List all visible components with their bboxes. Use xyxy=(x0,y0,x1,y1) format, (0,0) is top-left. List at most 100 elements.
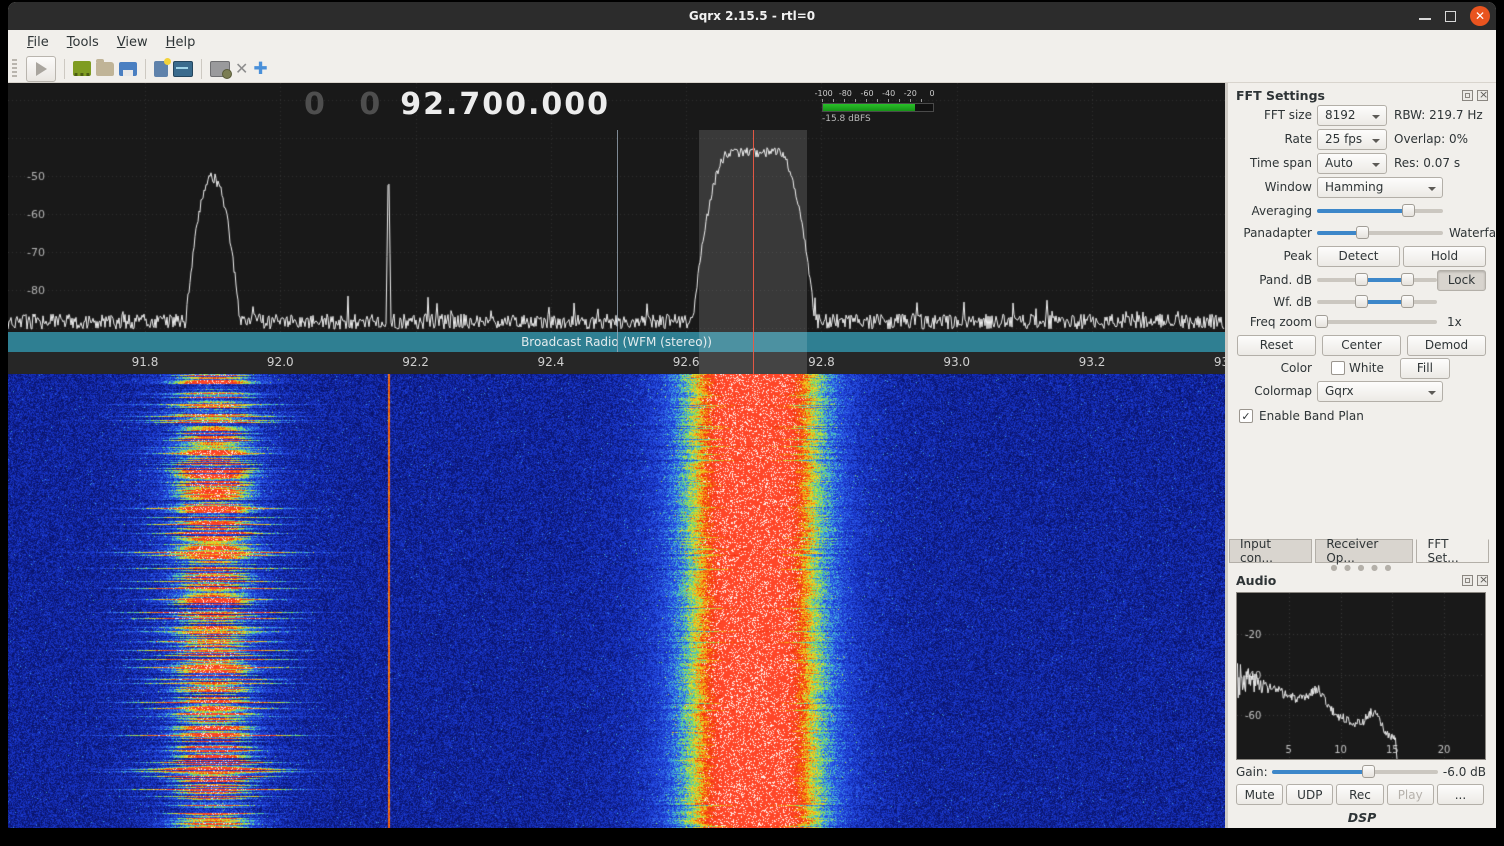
slider-handle[interactable] xyxy=(1362,765,1375,778)
freq-scale[interactable]: 91.892.092.292.492.692.893.093.293.4 xyxy=(8,352,1225,374)
frequency-leading-zeros: 0 0 xyxy=(304,87,392,122)
close-panel-icon[interactable] xyxy=(1477,575,1488,586)
frequency-value[interactable]: 92.700.000 xyxy=(400,87,610,122)
center-button[interactable]: Center xyxy=(1322,335,1401,356)
meter-tick-label: 0 xyxy=(929,89,934,98)
waterfall-label: Waterfall xyxy=(1449,226,1496,240)
fill-button[interactable]: Fill xyxy=(1400,358,1450,379)
tuning-line[interactable] xyxy=(753,130,754,374)
tab-fft-settings[interactable]: FFT Set... xyxy=(1416,539,1489,563)
app-window: Gqrx 2.15.5 - rtl=0 ✕ File Tools View He… xyxy=(8,2,1496,828)
udp-button[interactable]: UDP xyxy=(1286,784,1333,805)
more-button[interactable]: ... xyxy=(1437,784,1484,805)
meter-tick-label: -100 xyxy=(815,89,833,98)
rbw-value: RBW: 219.7 Hz xyxy=(1394,108,1483,122)
slider-handle[interactable] xyxy=(1356,226,1369,239)
window-label: Window xyxy=(1236,180,1317,194)
peak-detect-button[interactable]: Detect xyxy=(1317,246,1400,267)
meter-tick-label: -20 xyxy=(904,89,917,98)
mute-button[interactable]: Mute xyxy=(1236,784,1283,805)
panadapter-area: Broadcast Radio (WFM (stereo)) 91.892.09… xyxy=(8,83,1225,828)
colormap-select[interactable]: Gqrx xyxy=(1317,381,1443,402)
slider-handle[interactable] xyxy=(1401,295,1414,308)
audio-fft-plot xyxy=(1236,592,1486,760)
start-dsp-button[interactable] xyxy=(26,56,56,82)
waterfall-plot[interactable] xyxy=(8,374,1225,828)
slider-handle[interactable] xyxy=(1401,273,1414,286)
freq-tick-label: 92.6 xyxy=(673,355,700,369)
pan-view-icon[interactable]: ✚ xyxy=(253,59,267,79)
play-icon xyxy=(36,62,47,76)
window-edge xyxy=(0,828,1504,846)
meter-bar xyxy=(822,103,934,112)
pand-db-label: Pand. dB xyxy=(1236,273,1317,287)
dsp-label: DSP xyxy=(1228,810,1496,825)
minimize-icon[interactable] xyxy=(1419,18,1431,20)
fft-settings-title: FFT Settings xyxy=(1236,88,1325,103)
wf-db-range-slider[interactable] xyxy=(1317,295,1437,309)
dbfs-meter: -100-80-60-40-200 -15.8 dBFS xyxy=(818,89,938,125)
demod-button[interactable]: Demod xyxy=(1407,335,1486,356)
dsp-settings-icon[interactable] xyxy=(173,61,193,77)
float-panel-icon[interactable] xyxy=(1462,575,1473,586)
white-checkbox[interactable] xyxy=(1331,361,1345,375)
float-panel-icon[interactable] xyxy=(1462,90,1473,101)
io-devices-icon[interactable] xyxy=(73,61,91,76)
time-span-label: Time span xyxy=(1236,156,1317,170)
menu-tools[interactable]: Tools xyxy=(58,32,108,53)
slider-handle[interactable] xyxy=(1315,315,1328,328)
close-icon[interactable]: ✕ xyxy=(1470,6,1490,26)
save-file-icon[interactable] xyxy=(119,62,137,76)
pand-db-range-slider[interactable] xyxy=(1317,273,1437,287)
gain-value: -6.0 dB xyxy=(1438,765,1486,779)
bookmarks-icon[interactable] xyxy=(154,61,168,77)
pan-wf-split-slider[interactable] xyxy=(1317,226,1443,240)
meter-value: -15.8 dBFS xyxy=(822,114,871,124)
wf-db-label: Wf. dB xyxy=(1236,295,1317,309)
time-span-select[interactable]: Auto xyxy=(1317,153,1387,174)
gain-row: Gain: -6.0 dB xyxy=(1236,764,1486,780)
reset-button[interactable]: Reset xyxy=(1237,335,1316,356)
toolbar-drag-handle[interactable] xyxy=(12,59,17,79)
freq-zoom-label: Freq zoom xyxy=(1236,315,1317,329)
white-label: White xyxy=(1349,361,1384,375)
maximize-icon[interactable] xyxy=(1445,11,1456,22)
gain-slider[interactable] xyxy=(1272,765,1438,779)
meter-bar-fill xyxy=(823,104,915,111)
tab-input-controls[interactable]: Input con... xyxy=(1229,539,1312,563)
pand-lock-button[interactable]: Lock xyxy=(1437,270,1486,291)
peak-hold-button[interactable]: Hold xyxy=(1403,246,1486,267)
open-file-icon[interactable] xyxy=(96,62,114,76)
fft-size-label: FFT size xyxy=(1236,108,1317,122)
meter-scale: -100-80-60-40-200 xyxy=(818,89,932,99)
rec-button[interactable]: Rec xyxy=(1336,784,1383,805)
color-label: Color xyxy=(1236,361,1317,375)
fft-settings-header: FFT Settings xyxy=(1236,86,1488,104)
window-title: Gqrx 2.15.5 - rtl=0 xyxy=(689,9,815,23)
close-panel-icon[interactable] xyxy=(1477,90,1488,101)
enable-band-plan-checkbox[interactable]: ✓ xyxy=(1239,409,1253,423)
fft-size-select[interactable]: 8192 xyxy=(1317,105,1387,126)
remote-control-icon[interactable] xyxy=(210,61,230,77)
menu-file[interactable]: File xyxy=(18,32,58,53)
averaging-label: Averaging xyxy=(1236,204,1317,218)
overlap-value: Overlap: 0% xyxy=(1394,132,1468,146)
menu-help[interactable]: Help xyxy=(157,32,205,53)
freq-zoom-value: 1x xyxy=(1447,315,1462,329)
averaging-slider[interactable] xyxy=(1317,204,1443,218)
tools-icon[interactable]: ✕ xyxy=(235,59,248,78)
freq-zoom-slider[interactable] xyxy=(1317,315,1437,329)
rate-select[interactable]: 25 fps xyxy=(1317,129,1387,150)
tab-receiver-options[interactable]: Receiver Op... xyxy=(1315,539,1413,563)
meter-tick-label: -40 xyxy=(882,89,895,98)
window-select[interactable]: Hamming xyxy=(1317,177,1443,198)
slider-handle[interactable] xyxy=(1355,273,1368,286)
menu-view[interactable]: View xyxy=(108,32,157,53)
slider-handle[interactable] xyxy=(1355,295,1368,308)
peak-label: Peak xyxy=(1236,249,1317,263)
slider-handle[interactable] xyxy=(1402,204,1415,217)
freq-tick-label: 92.4 xyxy=(537,355,564,369)
titlebar[interactable]: Gqrx 2.15.5 - rtl=0 ✕ xyxy=(8,2,1496,30)
rate-label: Rate xyxy=(1236,132,1317,146)
frequency-display[interactable]: 0 092.700.000 xyxy=(304,87,610,122)
